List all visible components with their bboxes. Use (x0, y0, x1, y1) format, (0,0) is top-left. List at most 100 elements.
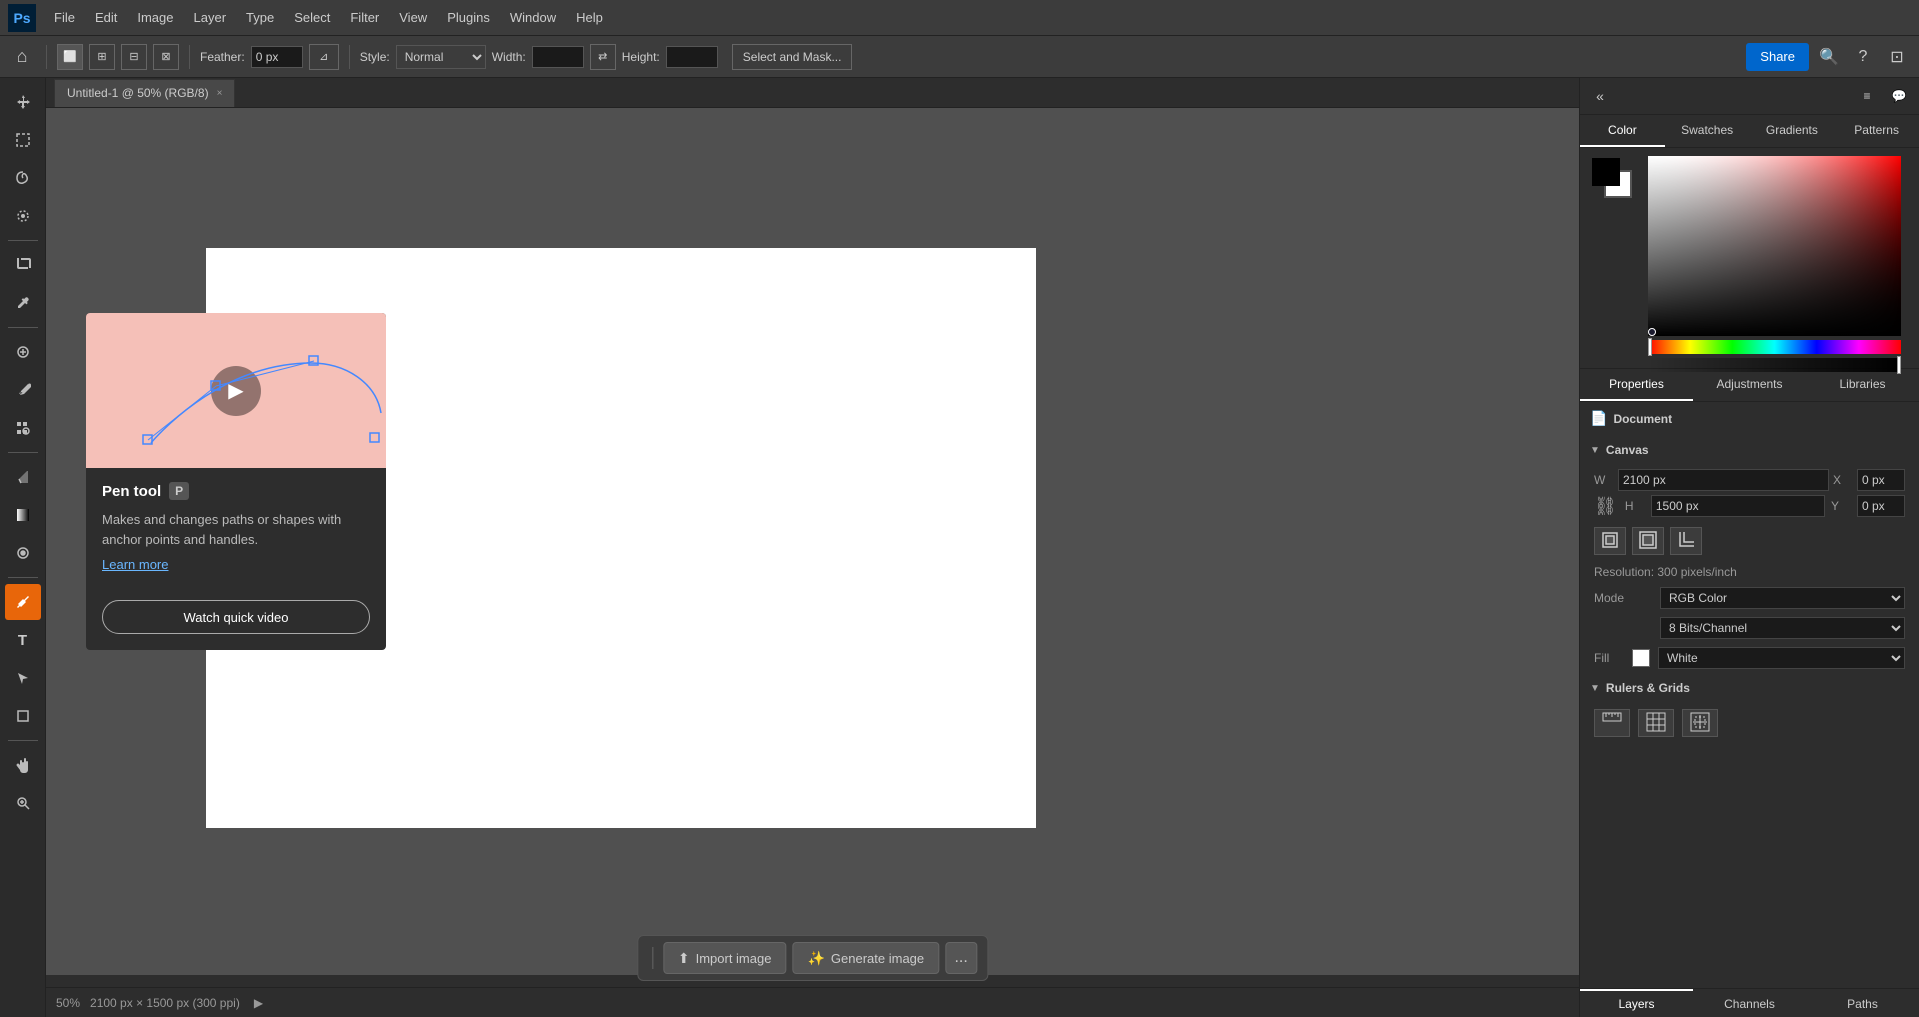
menu-plugins[interactable]: Plugins (439, 8, 498, 27)
select-mask-button[interactable]: Select and Mask... (732, 44, 853, 70)
tooltip-description: Makes and changes paths or shapes with a… (102, 510, 370, 549)
tab-bar: Untitled-1 @ 50% (RGB/8) × (46, 78, 1579, 108)
menu-view[interactable]: View (391, 8, 435, 27)
tooltip-title: Pen tool P (102, 482, 370, 500)
paths-tab[interactable]: Paths (1806, 989, 1919, 1017)
color-tab-color[interactable]: Color (1580, 115, 1665, 147)
marquee-tool-btn[interactable] (5, 122, 41, 158)
width-input[interactable] (1618, 469, 1829, 491)
add-selection-btn[interactable]: ⊞ (89, 44, 115, 70)
foreground-swatch[interactable] (1592, 158, 1620, 186)
tooltip-text: Pen tool P Makes and changes paths or sh… (86, 468, 386, 600)
more-options-button[interactable]: ... (945, 942, 977, 974)
feather-input[interactable] (251, 46, 303, 68)
menu-file[interactable]: File (46, 8, 83, 27)
canvas-section-header[interactable]: ▼ Canvas (1580, 435, 1919, 465)
brush-tool-btn[interactable] (5, 372, 41, 408)
panel-top-strip: « ≡ 💬 (1580, 78, 1919, 115)
type-tool-btn[interactable]: T (5, 622, 41, 658)
share-button[interactable]: Share (1746, 43, 1809, 71)
color-tab-swatches[interactable]: Swatches (1665, 115, 1750, 147)
menu-layer[interactable]: Layer (186, 8, 235, 27)
hand-tool-btn[interactable] (5, 747, 41, 783)
canvas-resize-btn-2[interactable] (1632, 527, 1664, 555)
video-play-btn[interactable]: ▶ (211, 366, 261, 416)
refine-edge-btn[interactable]: ⊿ (309, 44, 339, 70)
document-section-header[interactable]: 📄 Document (1580, 402, 1919, 435)
move-tool-btn[interactable] (5, 84, 41, 120)
spot-heal-tool-btn[interactable] (5, 334, 41, 370)
generate-image-button[interactable]: ✨ Generate image (792, 942, 939, 974)
style-select[interactable]: Normal (396, 45, 486, 69)
lasso-tool-btn[interactable] (5, 160, 41, 196)
canvas-resize-btn-3[interactable] (1670, 527, 1702, 555)
search-button[interactable]: 🔍 (1815, 43, 1843, 71)
layers-tab[interactable]: Layers (1580, 989, 1693, 1017)
expand-icon[interactable]: ▶ (254, 996, 263, 1010)
fill-select[interactable]: White (1658, 647, 1905, 669)
x-input[interactable] (1857, 469, 1905, 491)
subtract-selection-btn[interactable]: ⊟ (121, 44, 147, 70)
snap-btn[interactable] (1682, 709, 1718, 737)
eyedropper-tool-btn[interactable] (5, 285, 41, 321)
intersect-selection-btn[interactable]: ⊠ (153, 44, 179, 70)
menu-type[interactable]: Type (238, 8, 282, 27)
expand-button[interactable]: ⊡ (1883, 43, 1911, 71)
clone-tool-btn[interactable] (5, 410, 41, 446)
bottom-panel-tabs: Layers Channels Paths (1580, 988, 1919, 1017)
menu-window[interactable]: Window (502, 8, 564, 27)
panel-collapse-btn[interactable]: « (1586, 82, 1614, 110)
mode-select[interactable]: RGB Color (1660, 587, 1905, 609)
tab-properties[interactable]: Properties (1580, 369, 1693, 401)
zoom-level: 50% (56, 996, 80, 1010)
zoom-tool-btn[interactable] (5, 785, 41, 821)
swap-dimensions-btn[interactable]: ⇄ (590, 44, 616, 70)
tab-adjustments[interactable]: Adjustments (1693, 369, 1806, 401)
crop-tool-btn[interactable] (5, 247, 41, 283)
link-icon[interactable]: ⛓ (1594, 496, 1617, 517)
watch-video-button[interactable]: Watch quick video (102, 600, 370, 634)
menu-edit[interactable]: Edit (87, 8, 125, 27)
rulers-section-header[interactable]: ▼ Rulers & Grids (1580, 673, 1919, 703)
feather-label: Feather: (200, 50, 245, 64)
menu-select[interactable]: Select (286, 8, 338, 27)
height-input[interactable] (666, 46, 718, 68)
y-input[interactable] (1857, 495, 1905, 517)
color-tab-patterns[interactable]: Patterns (1834, 115, 1919, 147)
tab-close-btn[interactable]: × (217, 88, 223, 99)
tab-libraries[interactable]: Libraries (1806, 369, 1919, 401)
rulers-btn[interactable] (1594, 709, 1630, 737)
canvas-content[interactable]: ▶ Pen tool P Makes and changes paths or … (46, 108, 1579, 987)
pen-tool-btn[interactable] (5, 584, 41, 620)
tooltip-video[interactable]: ▶ (86, 313, 386, 468)
grid-btn[interactable] (1638, 709, 1674, 737)
eraser-tool-btn[interactable] (5, 459, 41, 495)
color-tab-gradients[interactable]: Gradients (1750, 115, 1835, 147)
canvas-resize-btn-1[interactable] (1594, 527, 1626, 555)
width-input[interactable] (532, 46, 584, 68)
color-spectrum[interactable] (1648, 156, 1901, 336)
channels-tab[interactable]: Channels (1693, 989, 1806, 1017)
fill-swatch[interactable] (1632, 649, 1650, 667)
panel-icon-layers[interactable]: ≡ (1853, 82, 1881, 110)
alpha-slider[interactable] (1648, 358, 1901, 372)
gradient-tool-btn[interactable] (5, 497, 41, 533)
blur-tool-btn[interactable] (5, 535, 41, 571)
menu-help[interactable]: Help (568, 8, 611, 27)
document-tab[interactable]: Untitled-1 @ 50% (RGB/8) × (54, 79, 235, 107)
hue-slider[interactable] (1648, 340, 1901, 354)
home-button[interactable]: ⌂ (8, 43, 36, 71)
bits-select[interactable]: 8 Bits/Channel (1660, 617, 1905, 639)
menu-filter[interactable]: Filter (342, 8, 387, 27)
shape-tool-btn[interactable] (5, 698, 41, 734)
tooltip-learn-more[interactable]: Learn more (102, 557, 370, 572)
menu-image[interactable]: Image (129, 8, 181, 27)
new-selection-btn[interactable]: ⬜ (57, 44, 83, 70)
panel-icon-comment[interactable]: 💬 (1885, 82, 1913, 110)
help-button[interactable]: ? (1849, 43, 1877, 71)
import-image-button[interactable]: ⬆ Import image (663, 942, 787, 974)
height-input[interactable] (1651, 495, 1825, 517)
path-select-tool-btn[interactable] (5, 660, 41, 696)
quick-select-tool-btn[interactable] (5, 198, 41, 234)
tool-separator-5 (8, 740, 38, 741)
